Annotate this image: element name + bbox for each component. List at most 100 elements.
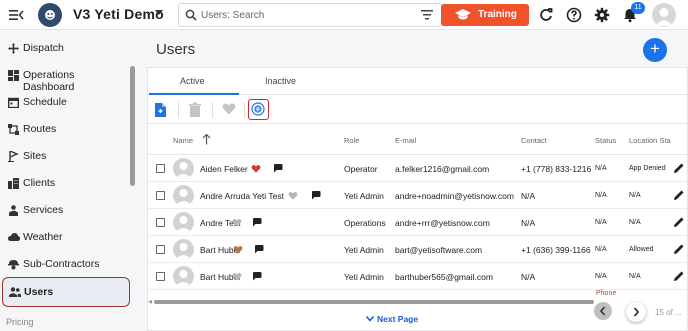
favorite-heart-icon[interactable] bbox=[233, 245, 243, 254]
edit-pencil-icon[interactable] bbox=[673, 162, 685, 174]
search-box bbox=[178, 3, 442, 27]
favorite-heart-icon[interactable] bbox=[288, 191, 298, 200]
user-contact: +1 (636) 399-1166 bbox=[521, 245, 591, 255]
user-role: Operator bbox=[344, 164, 378, 174]
user-avatar[interactable] bbox=[652, 3, 676, 27]
sidebar-item-label: Users bbox=[24, 286, 54, 298]
chat-bubble-icon[interactable] bbox=[273, 164, 283, 173]
toolbar-divider bbox=[212, 102, 213, 118]
dashboard-icon bbox=[8, 70, 19, 81]
scroll-left-arrow-icon[interactable]: ◂ bbox=[148, 297, 152, 306]
scroll-right-arrow-icon[interactable]: ▸ bbox=[589, 297, 593, 306]
tab-bar: Active Inactive bbox=[148, 68, 688, 95]
table-toolbar: @ bbox=[148, 96, 688, 124]
graduation-cap-icon bbox=[455, 9, 471, 21]
pagination-count: 15 of ... bbox=[655, 308, 682, 317]
sidebar-item-sites[interactable]: Sites bbox=[0, 143, 128, 170]
sidebar-item-routes[interactable]: Routes bbox=[0, 116, 128, 143]
tab-inactive[interactable]: Inactive bbox=[265, 76, 296, 86]
sidebar-item-sub-contractors[interactable]: Sub-Contractors bbox=[0, 251, 128, 278]
table-row[interactable]: Bart Huber Yeti Admin barthuber565@gmail.c… bbox=[148, 263, 688, 290]
column-header-email[interactable]: E-mail bbox=[395, 136, 416, 145]
sidebar-item-schedule[interactable]: Schedule bbox=[0, 89, 128, 116]
collapse-sidebar-icon[interactable] bbox=[8, 7, 24, 23]
column-header-location-status[interactable]: Location Sta bbox=[629, 136, 671, 145]
services-icon bbox=[8, 205, 19, 216]
column-header-name[interactable]: Name bbox=[173, 136, 193, 145]
favorite-heart-icon[interactable] bbox=[232, 272, 242, 281]
edit-pencil-icon[interactable] bbox=[673, 270, 685, 282]
toolbar-divider bbox=[178, 102, 179, 118]
next-page-link[interactable]: Next Page bbox=[366, 314, 418, 324]
row-checkbox[interactable] bbox=[156, 191, 165, 200]
training-label: Training bbox=[478, 9, 517, 20]
column-header-status[interactable]: Status bbox=[595, 136, 616, 145]
sites-icon bbox=[8, 151, 19, 162]
sidebar-item-clients[interactable]: Clients bbox=[0, 170, 128, 197]
user-status: N/A bbox=[595, 219, 607, 226]
chat-bubble-icon[interactable] bbox=[311, 191, 321, 200]
next-page-arrow-button[interactable] bbox=[626, 302, 646, 322]
previous-page-button[interactable] bbox=[594, 302, 612, 320]
sidebar-scrollbar[interactable] bbox=[130, 66, 135, 186]
search-icon[interactable] bbox=[185, 9, 197, 21]
clients-icon bbox=[8, 178, 19, 189]
sort-ascending-icon[interactable] bbox=[202, 134, 211, 145]
sidebar-item-label: Services bbox=[23, 204, 64, 216]
active-tab-indicator bbox=[149, 93, 239, 95]
user-location-status: N/A bbox=[629, 219, 641, 226]
edit-pencil-icon[interactable] bbox=[673, 189, 685, 201]
help-icon[interactable] bbox=[566, 7, 582, 23]
user-role: Yeti Admin bbox=[344, 245, 384, 255]
sidebar-item-label: Sites bbox=[23, 150, 47, 162]
sidebar-item-users[interactable]: Users bbox=[2, 277, 130, 307]
import-file-icon[interactable] bbox=[152, 100, 172, 120]
chat-bubble-icon[interactable] bbox=[252, 272, 262, 281]
filter-icon[interactable] bbox=[421, 10, 433, 20]
edit-pencil-icon[interactable] bbox=[673, 216, 685, 228]
add-user-button[interactable]: + bbox=[643, 38, 667, 62]
sidebar-section-pricing: Pricing bbox=[6, 317, 34, 327]
sidebar-item-label: Schedule bbox=[23, 96, 67, 108]
row-checkbox[interactable] bbox=[156, 164, 165, 173]
user-status: N/A bbox=[595, 192, 607, 199]
refresh-icon[interactable] bbox=[538, 7, 554, 23]
toolbar-divider bbox=[244, 102, 245, 118]
yeti-logo-icon[interactable] bbox=[38, 3, 62, 27]
favorite-heart-icon[interactable] bbox=[251, 164, 261, 173]
sidebar-item-dispatch[interactable]: Dispatch bbox=[0, 35, 128, 62]
gear-icon[interactable] bbox=[594, 7, 610, 23]
user-email: a.felker1216@gmail.com bbox=[395, 164, 490, 174]
chevron-down-icon[interactable] bbox=[155, 10, 163, 16]
avatar bbox=[173, 239, 194, 260]
heart-icon[interactable] bbox=[220, 100, 240, 120]
table-row[interactable]: Aiden Felker Operator a.felker1216@gmail.c… bbox=[148, 155, 688, 182]
tab-active[interactable]: Active bbox=[180, 76, 205, 86]
row-checkbox[interactable] bbox=[156, 245, 165, 254]
row-checkbox[interactable] bbox=[156, 218, 165, 227]
table-row[interactable]: Andre Test Operations andre+rrr@yetisnow.c… bbox=[148, 209, 688, 236]
user-role: Yeti Admin bbox=[344, 272, 384, 282]
horizontal-scrollbar[interactable] bbox=[154, 300, 594, 304]
row-checkbox[interactable] bbox=[156, 272, 165, 281]
users-card: Active Inactive @ Name Role E-mail Conta… bbox=[147, 67, 688, 331]
search-input[interactable] bbox=[201, 7, 401, 23]
column-header-role[interactable]: Role bbox=[344, 136, 359, 145]
chat-bubble-icon[interactable] bbox=[252, 218, 262, 227]
table-row[interactable]: Andre Arruda Yeti Test Yeti Admin andre+no… bbox=[148, 182, 688, 209]
chat-bubble-icon[interactable] bbox=[254, 245, 264, 254]
column-header-contact[interactable]: Contact bbox=[521, 136, 547, 145]
sidebar-item-operations-dashboard[interactable]: Operations Dashboard bbox=[0, 62, 128, 93]
training-button[interactable]: Training bbox=[441, 4, 529, 26]
subcontractor-icon bbox=[8, 259, 19, 270]
edit-pencil-icon[interactable] bbox=[673, 243, 685, 255]
app-title[interactable]: V3 Yeti Demo bbox=[73, 6, 164, 22]
at-sign-icon[interactable]: @ bbox=[248, 99, 269, 120]
trash-icon[interactable] bbox=[186, 100, 206, 120]
sidebar-item-services[interactable]: Services bbox=[0, 197, 128, 224]
user-contact: N/A bbox=[521, 191, 536, 201]
user-role: Yeti Admin bbox=[344, 191, 384, 201]
table-row[interactable]: Bart Huber Yeti Admin bart@yetisoftware.co… bbox=[148, 236, 688, 263]
sidebar-item-weather[interactable]: Weather bbox=[0, 224, 128, 251]
favorite-heart-icon[interactable] bbox=[232, 218, 242, 227]
